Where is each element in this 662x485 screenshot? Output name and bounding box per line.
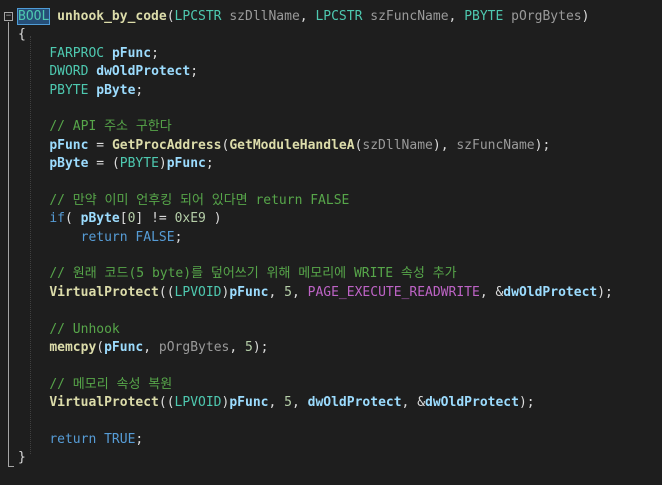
code-line[interactable]: FARPROC pFunc; bbox=[18, 45, 662, 63]
code-line[interactable]: if( pByte[0] != 0xE9 ) bbox=[18, 210, 662, 228]
code-area[interactable]: BOOL unhook_by_code(LPCSTR szDllName, LP… bbox=[16, 8, 662, 468]
code-line[interactable]: // 원래 코드(5 byte)를 덮어쓰기 위해 메모리에 WRITE 속성 … bbox=[18, 265, 662, 283]
code-line[interactable]: memcpy(pFunc, pOrgBytes, 5); bbox=[18, 339, 662, 357]
fold-guide-line bbox=[8, 22, 9, 467]
code-editor[interactable]: − BOOL unhook_by_code(LPCSTR szDllName, … bbox=[0, 0, 662, 485]
code-line[interactable]: BOOL unhook_by_code(LPCSTR szDllName, LP… bbox=[16, 8, 662, 26]
code-line[interactable]: ​ bbox=[18, 247, 662, 265]
code-line[interactable]: return FALSE; bbox=[18, 229, 662, 247]
code-line[interactable]: PBYTE pByte; bbox=[18, 82, 662, 100]
collapse-icon[interactable]: − bbox=[4, 12, 13, 21]
code-line[interactable]: ​ bbox=[18, 413, 662, 431]
code-line[interactable]: ​ bbox=[18, 174, 662, 192]
code-line[interactable]: pByte = (PBYTE)pFunc; bbox=[18, 155, 662, 173]
code-line[interactable]: // 메모리 속성 복원 bbox=[18, 376, 662, 394]
code-line[interactable]: DWORD dwOldProtect; bbox=[18, 63, 662, 81]
code-line[interactable]: { bbox=[18, 26, 662, 44]
fold-guide-end bbox=[8, 466, 14, 467]
code-line[interactable]: ​ bbox=[18, 100, 662, 118]
code-line[interactable]: ​ bbox=[18, 357, 662, 375]
code-line[interactable]: // Unhook bbox=[18, 321, 662, 339]
code-line[interactable]: VirtualProtect((LPVOID)pFunc, 5, dwOldPr… bbox=[18, 394, 662, 412]
editor-gutter: − bbox=[0, 0, 16, 485]
code-line[interactable]: return TRUE; bbox=[18, 431, 662, 449]
code-line[interactable]: pFunc = GetProcAddress(GetModuleHandleA(… bbox=[18, 137, 662, 155]
code-line[interactable]: VirtualProtect((LPVOID)pFunc, 5, PAGE_EX… bbox=[18, 284, 662, 302]
code-line[interactable]: } bbox=[18, 449, 662, 467]
code-line[interactable]: // API 주소 구한다 bbox=[18, 118, 662, 136]
code-line[interactable]: // 만약 이미 언후킹 되어 있다면 return FALSE bbox=[18, 192, 662, 210]
code-line[interactable]: ​ bbox=[18, 302, 662, 320]
